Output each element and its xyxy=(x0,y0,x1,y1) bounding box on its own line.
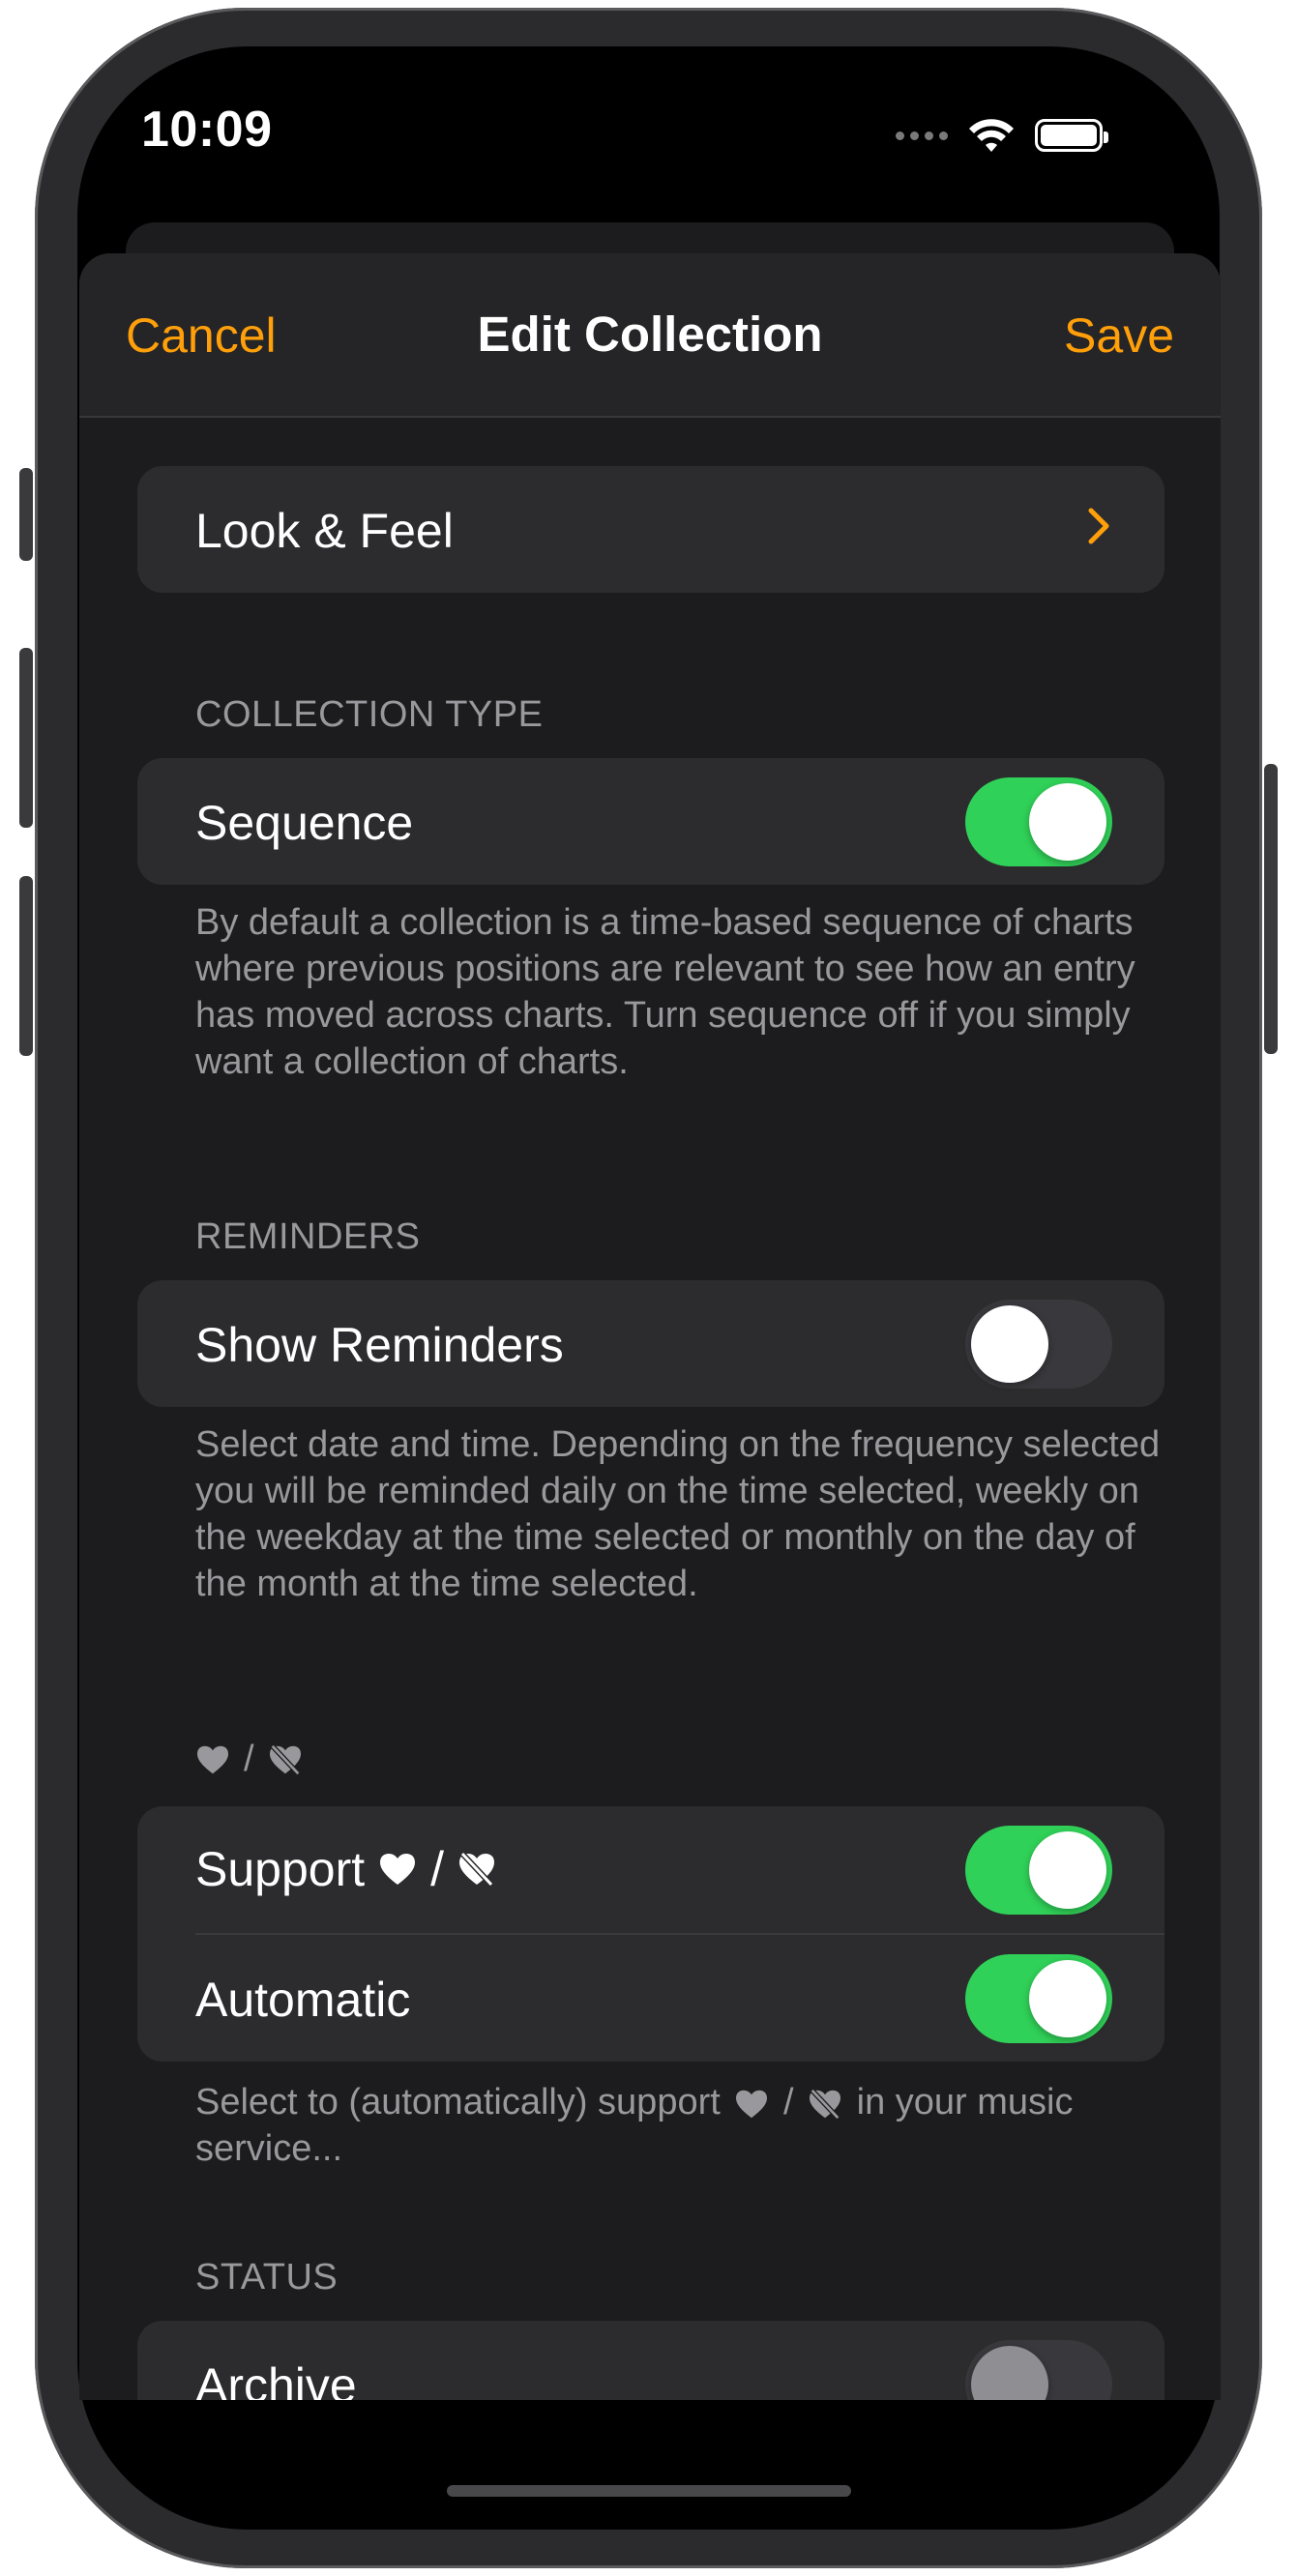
volume-up-button xyxy=(19,648,33,828)
reminders-footer: Select date and time. Depending on the f… xyxy=(195,1424,1161,1604)
heart-slash-icon xyxy=(810,2088,841,2120)
reminders-group: Show Reminders xyxy=(137,1280,1164,1407)
show-reminders-row: Show Reminders xyxy=(137,1280,1164,1407)
status-icons xyxy=(896,114,1108,157)
heart-icon xyxy=(736,2090,768,2119)
status-time: 10:09 xyxy=(141,102,273,158)
navigation-bar: Cancel Edit Collection Save xyxy=(79,253,1221,418)
look-feel-group: Look & Feel xyxy=(137,466,1164,593)
edit-collection-sheet: Cancel Edit Collection Save Look & Feel … xyxy=(79,253,1221,2400)
reminders-header: REMINDERS xyxy=(195,1216,421,1257)
love-header-separator: / xyxy=(244,1739,255,1779)
love-footer-pre: Select to (automatically) support xyxy=(195,2082,721,2122)
love-footer-separator: / xyxy=(782,2082,794,2122)
save-button[interactable]: Save xyxy=(1064,307,1174,364)
wifi-icon xyxy=(969,119,1014,152)
battery-icon xyxy=(1035,119,1108,152)
heart-slash-icon xyxy=(270,1743,302,1775)
sequence-row: Sequence xyxy=(137,758,1164,885)
love-header: / xyxy=(195,1739,303,1780)
show-reminders-toggle[interactable] xyxy=(965,1300,1112,1389)
chevron-right-icon xyxy=(1088,508,1109,544)
love-footer: Select to (automatically) support / in y… xyxy=(195,2079,1163,2172)
volume-down-button xyxy=(19,876,33,1056)
support-label: Support / xyxy=(195,1841,496,1897)
support-label-separator: / xyxy=(430,1842,445,1896)
sequence-label: Sequence xyxy=(195,796,414,850)
look-feel-label: Look & Feel xyxy=(195,504,454,558)
support-label-text: Support xyxy=(195,1842,366,1896)
automatic-label: Automatic xyxy=(195,1973,411,2027)
status-group: Archive xyxy=(137,2321,1164,2400)
show-reminders-label: Show Reminders xyxy=(195,1318,564,1372)
heart-icon xyxy=(380,1854,416,1885)
support-toggle[interactable] xyxy=(965,1826,1112,1915)
home-indicator xyxy=(447,2485,851,2497)
automatic-toggle[interactable] xyxy=(965,1954,1112,2043)
love-group: Support / Automatic xyxy=(137,1806,1164,2062)
support-row: Support / xyxy=(137,1806,1164,1933)
collection-type-footer: By default a collection is a time-based … xyxy=(195,902,1135,1082)
automatic-row: Automatic xyxy=(195,1933,1164,2062)
archive-label: Archive xyxy=(195,2358,357,2400)
look-feel-row[interactable]: Look & Feel xyxy=(137,466,1164,593)
sequence-toggle[interactable] xyxy=(965,777,1112,866)
collection-type-header: COLLECTION TYPE xyxy=(195,694,544,735)
heart-icon xyxy=(197,1745,228,1773)
heart-slash-icon xyxy=(459,1852,495,1887)
mute-switch xyxy=(19,468,33,561)
cellular-signal-icon xyxy=(896,131,948,140)
status-header: STATUS xyxy=(195,2257,339,2298)
archive-row: Archive xyxy=(137,2321,1164,2400)
page-title: Edit Collection xyxy=(477,307,823,362)
collection-type-group: Sequence xyxy=(137,758,1164,885)
archive-toggle[interactable] xyxy=(965,2340,1112,2400)
power-button xyxy=(1264,764,1278,1054)
